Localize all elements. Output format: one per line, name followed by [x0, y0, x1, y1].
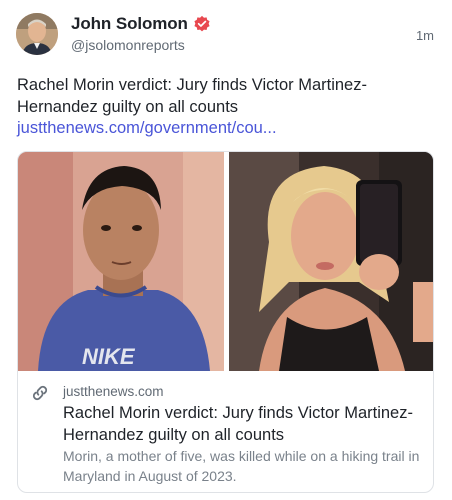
link-preview-card[interactable]: NIKE justthenews.com Rachel Morin verdic…	[17, 151, 434, 493]
preview-domain: justthenews.com	[63, 384, 164, 399]
verified-badge-icon	[194, 15, 210, 32]
preview-image-man: NIKE	[18, 152, 224, 371]
author-name[interactable]: John Solomon	[71, 14, 188, 34]
author-avatar[interactable]	[16, 13, 58, 55]
social-post: John Solomon @jsolomonreports 1m Rachel …	[0, 0, 452, 500]
shirt-logo-text: NIKE	[82, 344, 136, 369]
preview-images: NIKE	[18, 152, 433, 371]
post-text: Rachel Morin verdict: Jury finds Victor …	[17, 76, 367, 116]
author-row: John Solomon	[71, 14, 211, 34]
link-icon	[32, 385, 48, 401]
preview-meta: justthenews.com Rachel Morin verdict: Ju…	[18, 371, 433, 492]
post-link[interactable]: justthenews.com/government/cou...	[17, 117, 277, 139]
author-handle[interactable]: @jsolomonreports	[71, 37, 185, 53]
preview-title[interactable]: Rachel Morin verdict: Jury finds Victor …	[63, 402, 423, 446]
preview-image-woman	[229, 152, 433, 371]
post-timestamp[interactable]: 1m	[416, 28, 434, 43]
preview-description: Morin, a mother of five, was killed whil…	[63, 448, 420, 484]
